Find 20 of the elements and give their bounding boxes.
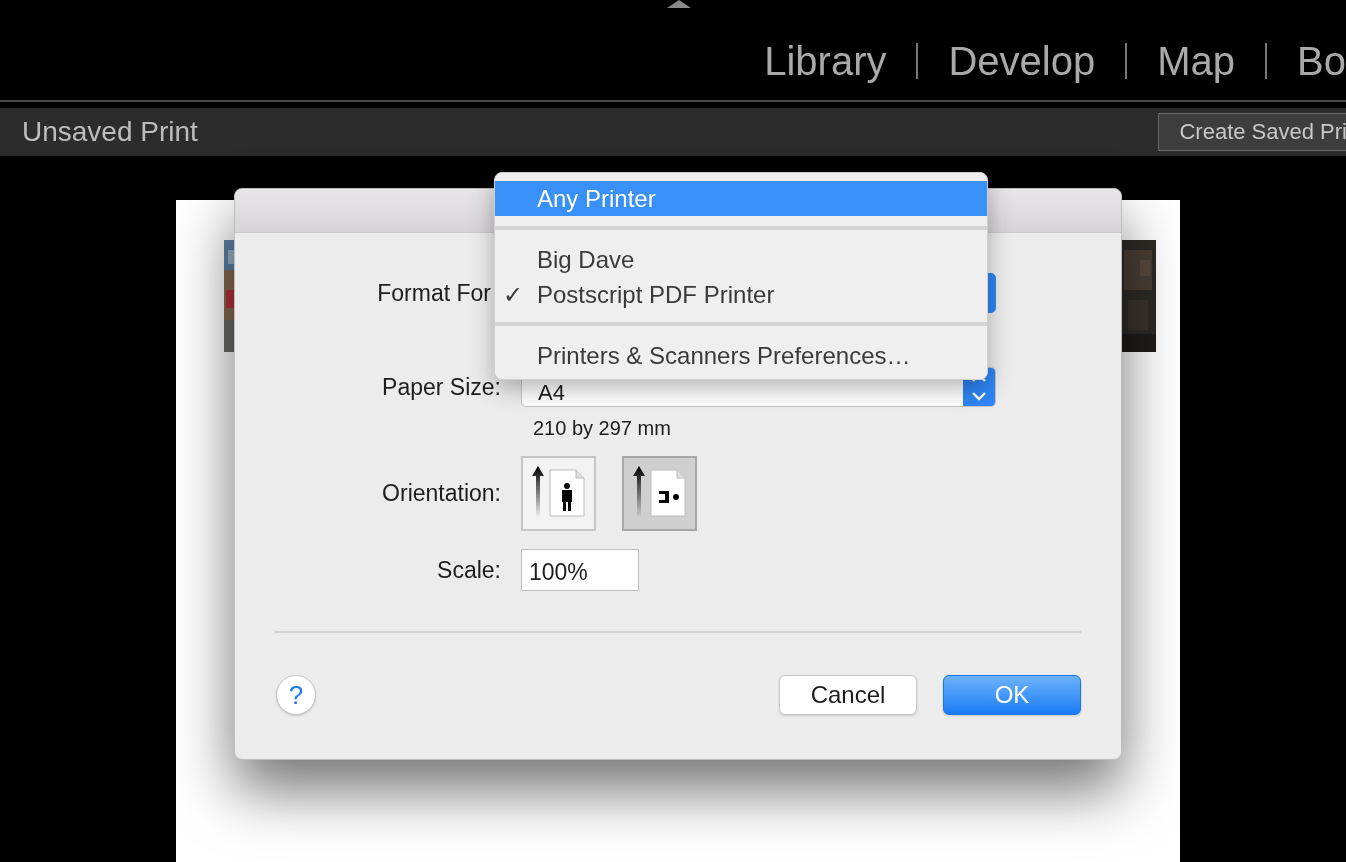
module-tab[interactable]: Bo [1297,38,1346,84]
menu-item[interactable]: ✓ Postscript PDF Printer [495,277,987,312]
create-saved-print-button[interactable]: Create Saved Pri [1158,113,1346,151]
menu-item[interactable]: Big Dave [495,242,987,277]
help-button[interactable]: ? [276,675,316,715]
orientation-label: Orientation: [382,480,501,507]
module-tab[interactable]: Map [1157,38,1236,84]
module-tab[interactable]: Develop [948,38,1096,84]
paper-size-label: Paper Size: [382,373,501,401]
scale-field[interactable]: 100% [521,549,639,591]
orientation-button[interactable] [622,456,697,531]
collapse-triangle-icon[interactable] [667,0,691,8]
orientation-button[interactable] [521,456,596,531]
print-title: Unsaved Print [22,116,198,148]
cancel-button[interactable]: Cancel [779,675,917,715]
format-for-label: Format For [377,279,491,307]
scale-label: Scale: [437,556,501,584]
paper-dimensions: 210 by 297 mm [532,417,672,440]
checkmark: ✓ [503,280,523,309]
module-tab[interactable]: Library [764,38,887,84]
